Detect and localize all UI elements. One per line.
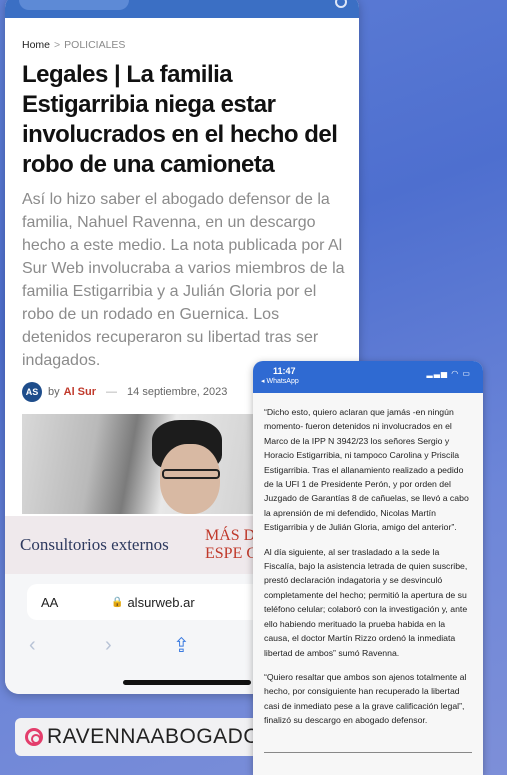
ad-right-line2: ESPE C <box>205 545 258 562</box>
whatsapp-screenshot: 11:47 ◂ WhatsApp ▂▃▅ ◠ ▭ “Dicho esto, qu… <box>253 361 483 775</box>
back-to-whatsapp-link[interactable]: ◂ WhatsApp <box>261 377 299 385</box>
author-avatar: AS <box>22 382 42 402</box>
lock-icon: 🔒 <box>111 596 124 608</box>
breadcrumb-category[interactable]: POLICIALES <box>64 39 125 51</box>
breadcrumb: Home > POLICIALES <box>22 39 125 51</box>
reader-aa-button[interactable]: AA <box>41 595 111 610</box>
address-bar[interactable]: AA 🔒 alsurweb.ar <box>27 584 282 620</box>
message-paragraph: “Dicho esto, quiero aclaran que jamás -e… <box>264 407 469 533</box>
ad-right-line1: MÁS D <box>205 527 256 544</box>
divider <box>264 752 472 753</box>
by-label: by <box>48 386 60 398</box>
signal-wifi-battery-icon: ▂▃▅ ◠ ▭ <box>426 369 471 378</box>
instagram-at-icon <box>25 728 43 746</box>
author-link[interactable]: Al Sur <box>64 386 96 398</box>
ad-left-text: Consultorios externos <box>20 535 169 554</box>
publish-date: 14 septiembre, 2023 <box>127 386 228 398</box>
search-icon[interactable] <box>335 0 347 8</box>
status-time: 11:47 <box>273 366 296 376</box>
mention-handle: RAVENNAABOGADOS <box>47 725 275 748</box>
message-paragraph: “Quiero resaltar que ambos son ajenos to… <box>264 671 467 726</box>
site-header <box>5 0 359 18</box>
byline-dash: — <box>106 386 118 398</box>
photo-glasses-shape <box>162 469 220 479</box>
photo-face-shape <box>160 444 220 514</box>
header-logo-bar <box>19 0 129 10</box>
breadcrumb-separator: > <box>54 39 61 51</box>
instagram-mention-tag[interactable]: RAVENNAABOGADOS <box>15 718 285 756</box>
home-indicator <box>123 680 251 685</box>
article-lead: Así lo hizo saber el abogado defensor de… <box>22 191 345 369</box>
byline: AS by Al Sur — 14 septiembre, 2023 <box>22 381 262 403</box>
breadcrumb-home[interactable]: Home <box>22 39 50 51</box>
url-text: alsurweb.ar <box>127 594 195 610</box>
phone-status-bar: 11:47 ◂ WhatsApp ▂▃▅ ◠ ▭ <box>253 361 483 393</box>
article-headline: Legales | La familia Estigarribia niega … <box>22 61 338 178</box>
message-paragraph: Al día siguiente, al ser trasladado a la… <box>264 546 468 658</box>
forward-arrow-icon[interactable]: › <box>105 634 112 657</box>
message-body: “Dicho esto, quiero aclaran que jamás -e… <box>253 393 483 728</box>
share-icon[interactable]: ⇪ <box>173 633 190 658</box>
ad-right-text: MÁS D ESPE C <box>205 527 257 563</box>
back-arrow-icon[interactable]: ‹ <box>29 634 36 657</box>
article-photo <box>22 414 262 514</box>
